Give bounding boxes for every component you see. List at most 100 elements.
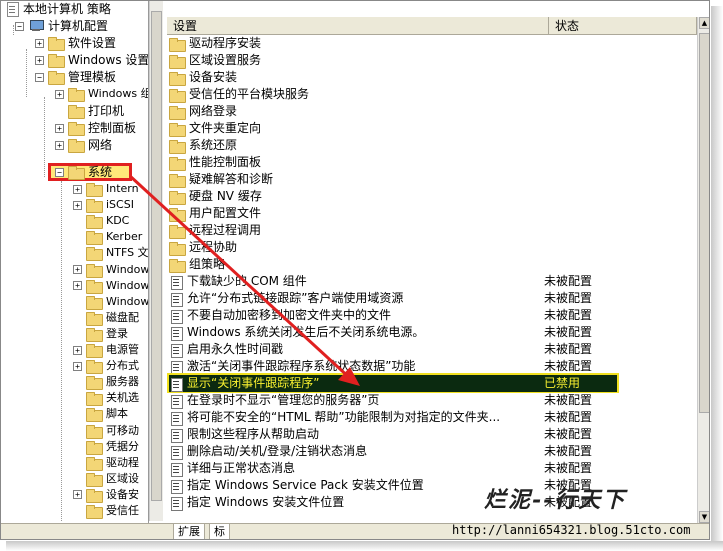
column-header-state[interactable]: 状态 [549, 17, 697, 35]
setting-row[interactable]: 详细与正常状态消息 未被配置 [169, 460, 617, 477]
expand-icon[interactable]: + [73, 361, 82, 371]
tree-system-child[interactable]: + Window [73, 262, 148, 278]
expand-icon[interactable]: + [55, 89, 64, 99]
expand-icon[interactable]: + [73, 345, 82, 355]
tree-system-child[interactable]: 区域设 [73, 471, 139, 487]
setting-row[interactable]: 不要自动加密移到加密文件夹中的文件 未被配置 [169, 307, 617, 324]
list-folder-item[interactable]: 硬盘 NV 缓存 [169, 188, 537, 205]
tree-system-child[interactable]: 受信任 [73, 503, 139, 519]
collapse-icon[interactable]: − [55, 167, 64, 177]
tree-root[interactable]: 本地计算机 策略 [5, 1, 111, 17]
policy-setting-icon [169, 428, 183, 443]
list-folder-item[interactable]: 疑难解答和诊断 [169, 171, 537, 188]
tree-scroll-thumb[interactable] [151, 11, 162, 501]
list-folder-item[interactable]: 系统还原 [169, 137, 537, 154]
tree-system-child[interactable]: 脚本 [73, 406, 128, 423]
list-folder-item[interactable]: 网络登录 [169, 103, 537, 120]
folder-name: 用户配置文件 [189, 206, 262, 220]
folder-name: 区域设置服务 [189, 53, 262, 67]
tree-system-child[interactable]: 凭据分 [73, 439, 139, 455]
scroll-down-arrow-icon[interactable]: ▼ [699, 511, 709, 523]
folder-name: 组策略 [189, 257, 226, 271]
tree-system-child[interactable]: 磁盘配 [73, 310, 139, 326]
tree-system-child[interactable]: + 分布式 [73, 358, 139, 375]
expand-icon[interactable]: + [73, 265, 82, 274]
expand-icon[interactable]: + [55, 123, 64, 133]
tree-network[interactable]: + 网络 [55, 137, 112, 153]
setting-row[interactable]: 允许“分布式链接跟踪”客户端使用域资源 未被配置 [169, 290, 617, 307]
folder-name: 网络登录 [189, 104, 238, 118]
expand-icon[interactable]: + [73, 281, 82, 291]
list-folder-item[interactable]: 远程过程调用 [169, 222, 537, 239]
tab-extended[interactable]: 扩展 [173, 524, 205, 539]
tree-system-child[interactable]: + Window [73, 278, 148, 294]
tab-standard[interactable]: 标 [209, 524, 230, 539]
policy-setting-icon [169, 411, 183, 426]
list-folder-item[interactable]: 性能控制面板 [169, 154, 537, 171]
list-folder-item[interactable]: 组策略 [169, 256, 537, 273]
tree-system-child-label: 电源管 [106, 343, 139, 356]
expand-icon[interactable]: + [35, 55, 44, 65]
tree-system-child[interactable]: + 设备安 [73, 487, 139, 503]
expand-icon[interactable]: + [73, 490, 82, 500]
tree-control-panel[interactable]: + 控制面板 [55, 120, 136, 136]
folder-icon [86, 199, 103, 214]
setting-row[interactable]: 限制这些程序从帮助启动 未被配置 [169, 426, 617, 443]
scroll-up-arrow-icon[interactable]: ▲ [699, 17, 709, 29]
setting-row[interactable]: 启用永久性时间戳 未被配置 [169, 341, 617, 358]
list-folder-item[interactable]: 用户配置文件 [169, 205, 537, 222]
tree-system-child[interactable]: KDC [73, 213, 129, 230]
tree-system-child[interactable]: 驱动程 [73, 455, 139, 471]
setting-name: 在登录时不显示“管理您的服务器”页 [187, 393, 380, 407]
tree-system-child[interactable]: Window [73, 294, 148, 310]
tree-system-child-label: 登录 [106, 326, 128, 340]
setting-row[interactable]: 将可能不安全的“HTML 帮助”功能限制为对指定的文件夹... 未被配置 [169, 409, 617, 426]
tree-system-child[interactable]: Kerber [73, 229, 142, 246]
tree-admin-templates[interactable]: − 管理模板 [35, 69, 116, 85]
tree-system-child[interactable]: + 电源管 [73, 342, 139, 358]
list-folder-item[interactable]: 驱动程序安装 [169, 35, 537, 52]
tree-system-child[interactable]: 登录 [73, 326, 128, 342]
blog-url: http://lanni654321.blog.51cto.com [452, 523, 691, 537]
folder-icon [48, 37, 65, 51]
list-folder-item[interactable]: 设备安装 [169, 69, 537, 86]
setting-row[interactable]: Windows 系统关闭发生后不关闭系统电源。 未被配置 [169, 324, 617, 341]
tree-system-child[interactable]: 关机选 [73, 390, 139, 407]
expand-icon[interactable]: + [55, 140, 64, 150]
setting-row[interactable]: 删除启动/关机/登录/注销状态消息 未被配置 [169, 443, 617, 460]
tree-computer-config[interactable]: − 计算机配置 [15, 18, 108, 34]
collapse-icon[interactable]: − [15, 21, 24, 31]
folder-name: 远程过程调用 [189, 223, 262, 237]
list-folder-item[interactable]: 远程协助 [169, 239, 537, 256]
column-header-setting[interactable]: 设置 [167, 17, 549, 35]
collapse-icon[interactable]: − [35, 72, 44, 82]
tree-system[interactable]: − 系统 [55, 164, 112, 180]
list-folder-item[interactable]: 受信任的平台模块服务 [169, 86, 537, 103]
policy-setting-icon [169, 292, 183, 307]
tree-windows-components[interactable]: + Windows 组 [55, 86, 148, 102]
list-scroll-thumb[interactable] [699, 33, 709, 413]
list-scrollbar[interactable]: ▲ ▼ [697, 17, 709, 523]
policy-setting-icon [169, 360, 183, 375]
tree-system-child[interactable]: NTFS 文 [73, 245, 148, 262]
tree-system-child[interactable]: 可移动 [73, 423, 139, 439]
tree-system-child[interactable]: + iSCSI [73, 197, 134, 214]
expand-icon[interactable]: + [73, 200, 82, 210]
list-folder-item[interactable]: 区域设置服务 [169, 52, 537, 69]
tree-windows-settings[interactable]: + Windows 设置 [35, 52, 148, 68]
list-folder-item[interactable]: 文件夹重定向 [169, 120, 537, 137]
expand-icon[interactable]: + [35, 38, 44, 48]
tree-scrollbar[interactable] [149, 1, 163, 521]
setting-name: 指定 Windows Service Pack 安装文件位置 [187, 478, 424, 492]
folder-icon [169, 173, 186, 188]
tree-system-child[interactable]: 服务器 [73, 374, 139, 391]
setting-row-selected[interactable]: 显示“关闭事件跟踪程序” 已禁用 [169, 375, 617, 392]
expand-icon[interactable]: + [73, 184, 82, 194]
tree-system-child[interactable]: + Intern [73, 181, 139, 197]
setting-row[interactable]: 下载缺少的 COM 组件 未被配置 [169, 273, 617, 290]
folder-icon [68, 122, 85, 136]
setting-row[interactable]: 在登录时不显示“管理您的服务器”页 未被配置 [169, 392, 617, 409]
tree-software-settings[interactable]: + 软件设置 [35, 35, 116, 51]
tree-printers[interactable]: 打印机 [55, 103, 124, 119]
